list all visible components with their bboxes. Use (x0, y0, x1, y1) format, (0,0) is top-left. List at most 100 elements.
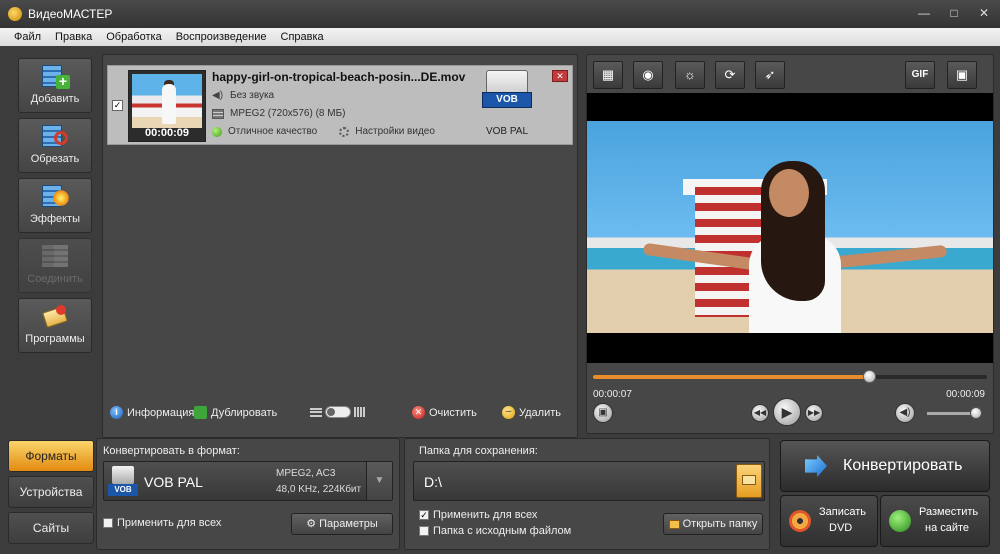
duplicate-button[interactable]: Дублировать (194, 406, 277, 419)
crop-icon: ▦ (601, 67, 615, 82)
speed-button[interactable]: ➶ (755, 61, 785, 89)
fullscreen-icon: ▣ (955, 67, 969, 82)
tab-formats[interactable]: Форматы (8, 440, 94, 472)
rotate-icon: ⟳ (724, 67, 736, 82)
video-preview[interactable] (587, 93, 993, 363)
list-view-icon (310, 407, 322, 417)
image-icon: ▣ (598, 407, 608, 418)
source-folder-checkbox[interactable] (419, 526, 429, 537)
brightness-button[interactable]: ☼ (675, 61, 705, 89)
menu-help[interactable]: Справка (281, 31, 324, 43)
tab-devices[interactable]: Устройства (8, 476, 94, 508)
seek-handle[interactable] (862, 370, 876, 383)
video-settings-link[interactable]: Настройки видео (355, 126, 435, 137)
duplicate-label: Дублировать (211, 406, 278, 419)
thumbnail-image (132, 74, 202, 128)
grid-view-icon (354, 407, 366, 417)
menu-edit[interactable]: Правка (55, 31, 92, 43)
film-icon (212, 108, 224, 119)
fullscreen-button[interactable]: ▣ (947, 61, 977, 89)
duplicate-icon (194, 406, 207, 419)
info-label: Информация (127, 406, 195, 419)
play-button[interactable]: ▶ (773, 398, 801, 426)
output-format-badge[interactable]: VOB (480, 70, 534, 128)
seek-bar[interactable] (593, 370, 987, 383)
dvd-label-line1: Записать (819, 506, 867, 518)
programs-button[interactable]: Программы (18, 298, 92, 353)
effects-button[interactable]: Эффекты (18, 178, 92, 233)
gif-button[interactable]: GIF (905, 61, 935, 89)
trim-button[interactable]: Обрезать (18, 118, 92, 173)
join-icon (40, 243, 70, 271)
browse-folder-button[interactable] (736, 464, 762, 498)
tools-column: + Добавить Обрезать Эффекты Соединить Пр… (12, 54, 98, 438)
menu-playback[interactable]: Воспроизведение (176, 31, 267, 43)
play-icon: ▶ (781, 404, 793, 420)
speed-icon: ➶ (764, 67, 776, 82)
vob-format-icon: VOB (108, 466, 138, 498)
burn-dvd-button[interactable]: Записать DVD (780, 495, 878, 547)
view-switch[interactable] (325, 406, 351, 418)
format-panel: Конвертировать в формат: VOB VOB PAL MPE… (96, 438, 400, 550)
gear-icon (339, 126, 350, 137)
chevron-down-icon: ▼ (374, 475, 385, 486)
quality-info: Отличное качество Настройки видео (212, 126, 435, 137)
apply-all-save[interactable]: ✓ Применить для всех (419, 509, 537, 521)
menu-process[interactable]: Обработка (106, 31, 161, 43)
delete-button[interactable]: – Удалить (502, 406, 561, 419)
minimize-button[interactable]: — (916, 6, 932, 20)
category-tabs: Форматы Устройства Сайты (8, 438, 96, 550)
volume-slider[interactable] (927, 407, 983, 419)
crop-button[interactable]: ▦ (593, 61, 623, 89)
maximize-button[interactable]: □ (946, 6, 962, 20)
apply-all-format[interactable]: Применить для всех (103, 517, 221, 529)
volume-button[interactable]: ◀) (895, 403, 915, 423)
next-frame-button[interactable]: ▶▶ (805, 404, 823, 422)
join-label: Соединить (27, 273, 83, 285)
effects-label: Эффекты (29, 213, 80, 225)
source-folder-label: Папка с исходным файлом (433, 525, 572, 537)
join-button[interactable]: Соединить (18, 238, 92, 293)
volume-handle[interactable] (970, 407, 983, 419)
snapshot-button[interactable]: ◉ (633, 61, 663, 89)
folder-icon (742, 475, 756, 485)
apply-all-save-label: Применить для всех (433, 509, 538, 521)
file-row[interactable]: ✓ 00:00:09 happy-girl-on-tropical-beach-… (107, 65, 573, 145)
screenshot-button[interactable]: ▣ (593, 403, 613, 423)
main-area: + Добавить Обрезать Эффекты Соединить Пр… (0, 46, 1000, 554)
parameters-label: Параметры (319, 518, 378, 530)
clear-button[interactable]: ✕ Очистить (412, 406, 477, 419)
girl-right-arm (826, 244, 948, 270)
upload-globe-icon (889, 510, 911, 532)
apply-all-format-checkbox[interactable] (103, 518, 113, 529)
total-time: 00:00:09 (946, 389, 985, 400)
apply-all-save-checkbox[interactable]: ✓ (419, 510, 429, 521)
snapshot-icon: ◉ (642, 67, 654, 82)
window-title: ВидеоМАСТЕР (28, 7, 113, 21)
delete-label: Удалить (519, 406, 561, 419)
remove-file-button[interactable]: ✕ (552, 70, 568, 82)
format-icon-tag: VOB (108, 484, 138, 496)
save-folder-panel: Папка для сохранения: D:\ ✓ Применить для… (404, 438, 770, 550)
rotate-button[interactable]: ⟳ (715, 61, 745, 89)
menu-file[interactable]: Файл (14, 31, 41, 43)
convert-button[interactable]: Конвертировать (780, 440, 990, 492)
publish-site-button[interactable]: Разместить на сайте (880, 495, 990, 547)
file-checkbox[interactable]: ✓ (112, 100, 123, 111)
source-folder-option[interactable]: Папка с исходным файлом (419, 525, 571, 537)
quality-status-icon (212, 126, 222, 137)
save-path-field[interactable]: D:\ (413, 461, 765, 501)
view-toggle[interactable] (310, 406, 366, 418)
info-button[interactable]: i Информация (110, 406, 194, 419)
audio-text: Без звука (230, 90, 275, 101)
add-button[interactable]: + Добавить (18, 58, 92, 113)
close-window-button[interactable]: ✕ (976, 6, 992, 20)
parameters-button[interactable]: ⚙ Параметры (291, 513, 393, 535)
tab-sites[interactable]: Сайты (8, 512, 94, 544)
format-selector[interactable]: VOB VOB PAL MPEG2, AC3 48,0 KHz, 224Кбит… (103, 461, 393, 501)
video-frame (587, 121, 993, 333)
open-folder-button[interactable]: Открыть папку (663, 513, 763, 535)
format-dropdown-button[interactable]: ▼ (366, 462, 392, 500)
list-toolbar: i Информация Дублировать ✕ Очистить – Уд… (102, 400, 578, 426)
previous-frame-button[interactable]: ◀◀ (751, 404, 769, 422)
